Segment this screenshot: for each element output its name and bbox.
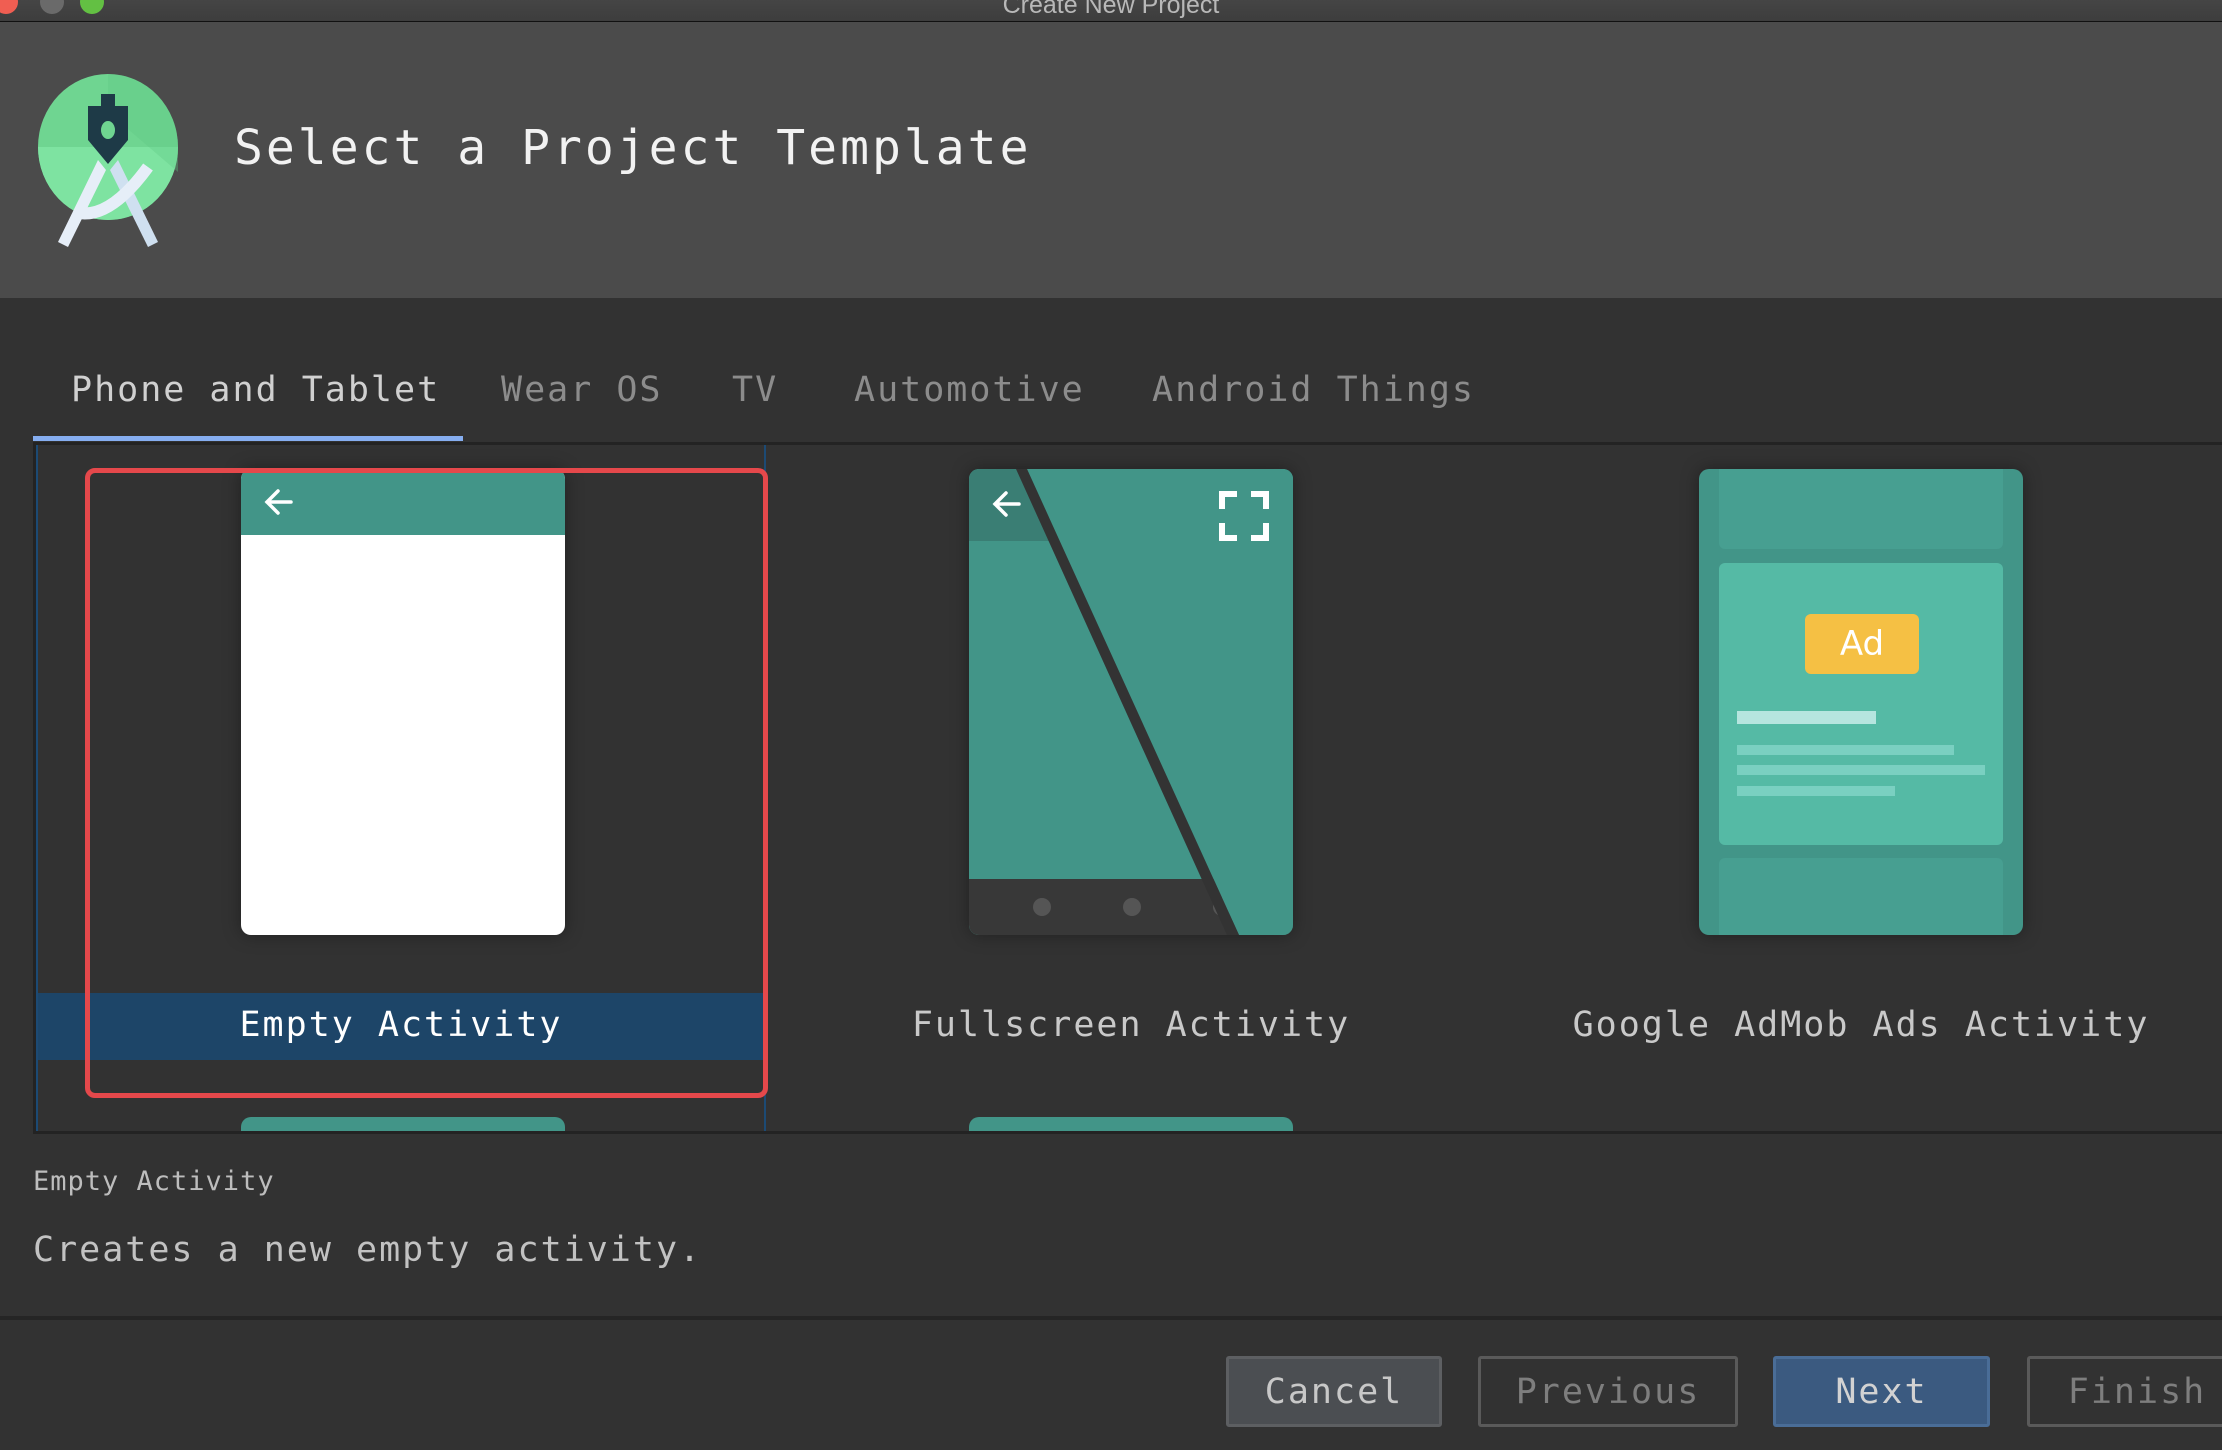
text-line [1737, 745, 1954, 755]
fullscreen-activity-thumbnail [969, 469, 1293, 935]
next-row-thumbnail[interactable] [969, 1117, 1293, 1131]
tab-phone-and-tablet[interactable]: Phone and Tablet [71, 370, 440, 410]
template-label: Fullscreen Activity [911, 1005, 1351, 1045]
device-category-tabs: Phone and Tablet Wear OS TV Automotive A… [33, 340, 2222, 441]
footer-divider [0, 1316, 2222, 1320]
selected-template-description: Creates a new empty activity. [33, 1230, 703, 1270]
tab-automotive[interactable]: Automotive [854, 370, 1085, 410]
finish-button[interactable]: Finish [2027, 1356, 2222, 1427]
tab-android-things[interactable]: Android Things [1152, 370, 1475, 410]
wizard-header: Select a Project Template [0, 22, 2222, 298]
next-row-thumbnail[interactable] [241, 1117, 565, 1131]
admob-activity-thumbnail: Ad [1699, 469, 2023, 935]
previous-button[interactable]: Previous [1478, 1356, 1738, 1427]
text-line [1737, 786, 1895, 796]
cancel-button[interactable]: Cancel [1226, 1356, 1442, 1427]
back-arrow-icon [992, 491, 1021, 517]
content-block [1719, 858, 2003, 935]
next-button[interactable]: Next [1773, 1356, 1990, 1427]
window-title: Create New Project [1002, 0, 1220, 19]
template-label: Google AdMob Ads Activity [1572, 1005, 2150, 1045]
template-label: Empty Activity [239, 1005, 563, 1045]
tab-wear-os[interactable]: Wear OS [501, 370, 663, 410]
fullscreen-expand-icon [1219, 491, 1269, 541]
back-arrow-icon [264, 489, 293, 515]
text-line [1737, 711, 1876, 724]
window-title-bar: Create New Project [0, 0, 2222, 22]
page-title: Select a Project Template [234, 120, 1032, 176]
template-grid[interactable]: Empty Activity Fullscreen Activity Ad Go… [33, 442, 2222, 1134]
tab-tv[interactable]: TV [732, 370, 778, 410]
android-studio-logo-icon [38, 74, 178, 247]
template-card-admob-activity[interactable]: Ad Google AdMob Ads Activity [1496, 445, 2222, 1131]
empty-activity-thumbnail [241, 469, 565, 935]
content-block [1719, 469, 2003, 549]
active-tab-indicator [33, 436, 463, 441]
ad-badge: Ad [1805, 614, 1919, 674]
text-line [1737, 765, 1985, 775]
ad-card: Ad [1719, 563, 2003, 845]
selected-template-name: Empty Activity [33, 1166, 275, 1197]
template-card-empty-activity[interactable]: Empty Activity [36, 445, 766, 1131]
template-card-fullscreen-activity[interactable]: Fullscreen Activity [766, 445, 1496, 1131]
